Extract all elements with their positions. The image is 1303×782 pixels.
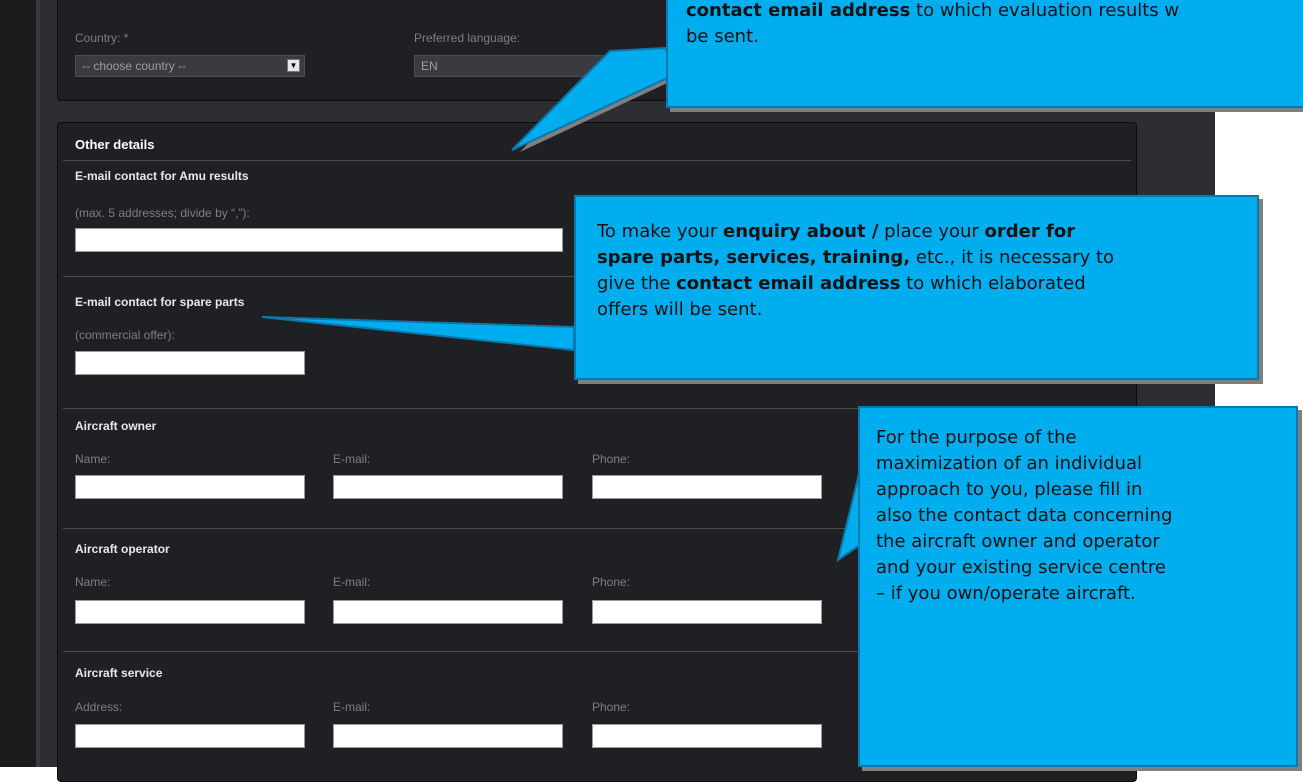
callout-line: and your existing service centre (876, 557, 1166, 578)
callout-line: the aircraft owner and operator (876, 531, 1160, 552)
callout-tail-middle (261, 316, 575, 352)
callout-text: place your (878, 221, 985, 242)
callout-bold: spare parts, services, training, (597, 247, 911, 268)
callout-spare-parts-text: To make your enquiry about / place your … (597, 219, 1114, 323)
callout-bold: enquiry about / (723, 221, 879, 242)
callout-line: maximization of an individual (876, 453, 1143, 474)
callout-text: give the (597, 273, 677, 294)
callout-line: For the purpose of the (876, 427, 1077, 448)
callout-bold: contact email address (676, 273, 901, 294)
callout-line: also the contact data concerning (876, 505, 1173, 526)
callout-text: offers will be sent. (597, 299, 763, 320)
callout-individual-text: For the purpose of the maximization of a… (876, 425, 1172, 607)
callout-bold: contact email address (686, 0, 911, 21)
callout-line: – if you own/operate aircraft. (876, 583, 1136, 604)
callout-tail-bottom (836, 469, 861, 563)
callout-text: to which evaluation results w (910, 0, 1180, 21)
callout-evaluation-text: contact email address to which evaluatio… (686, 0, 1179, 50)
callout-line: approach to you, please fill in (876, 479, 1143, 500)
callout-text: to which elaborated (900, 273, 1086, 294)
callout-text: etc., it is necessary to (910, 247, 1115, 268)
callout-bold: order for (984, 221, 1076, 242)
callout-text: To make your (597, 221, 724, 242)
callout-text: be sent. (686, 26, 759, 47)
callout-tail-top (511, 46, 678, 151)
